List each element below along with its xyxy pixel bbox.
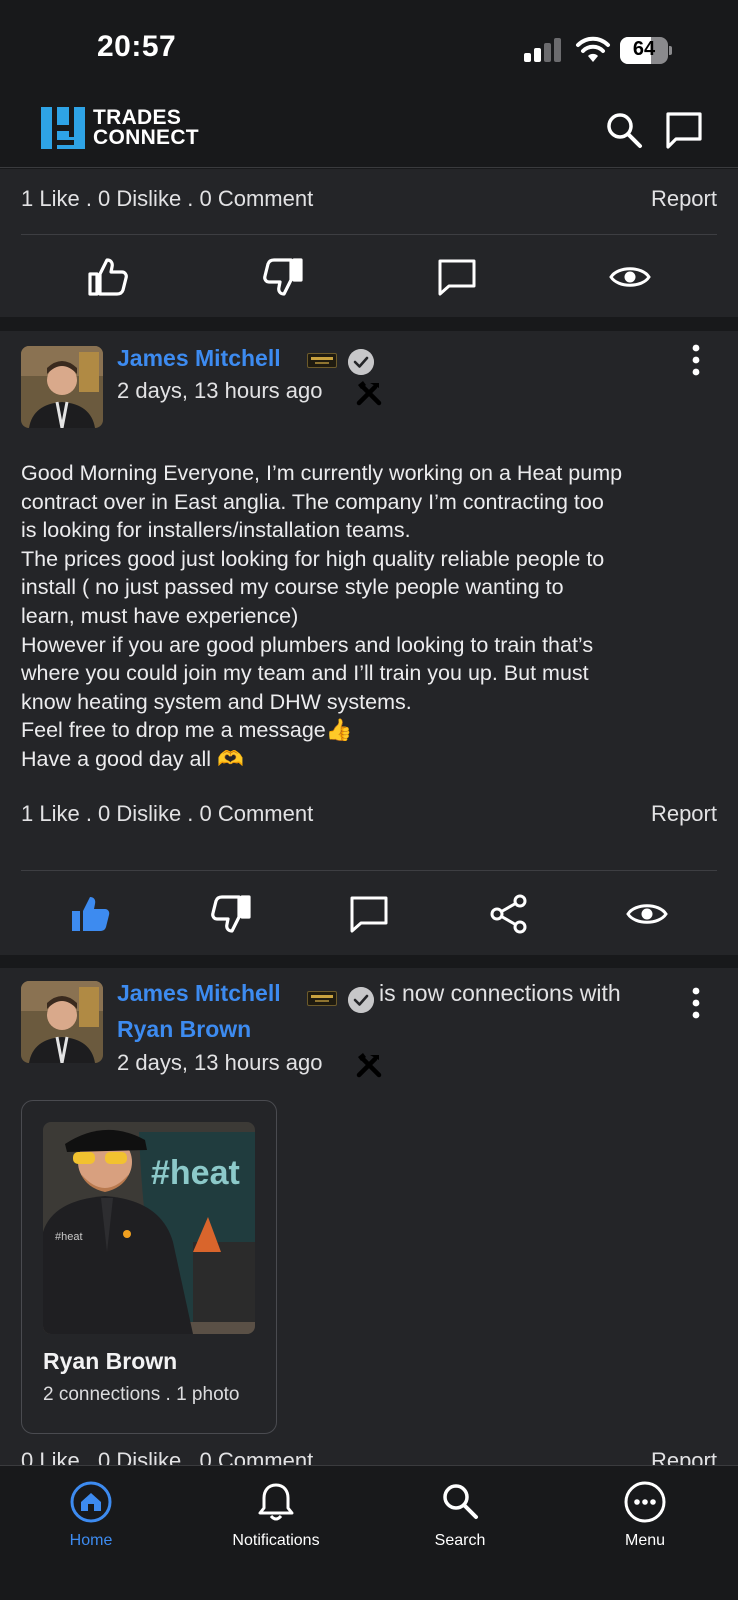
tools-icon [356, 381, 382, 406]
tab-home[interactable]: Home [11, 1466, 171, 1566]
post-body-line: know heating system and DHW systems. [21, 689, 412, 714]
author-name[interactable]: James Mitchell [117, 345, 281, 372]
connection-card-name: Ryan Brown [43, 1348, 178, 1374]
tools-icon [356, 1053, 382, 1078]
views-icon[interactable] [625, 892, 669, 936]
tab-label: Search [434, 1532, 486, 1549]
search-icon [443, 1484, 478, 1519]
post-body-line: Good Morning Everyone, I’m currently wor… [21, 461, 623, 485]
like-icon[interactable] [86, 255, 130, 299]
post-body-line: However if you are good plumbers and loo… [21, 632, 594, 657]
connection-profile-card[interactable]: #heat #heat Ryan Brown 2 connections . 1… [21, 1100, 277, 1434]
author-name[interactable]: James Mitchell [117, 980, 281, 1007]
divider [21, 234, 717, 235]
post-body-line: contract over in East anglia. The compan… [21, 489, 604, 514]
post-timestamp: 2 days, 13 hours ago [117, 378, 323, 403]
post-stats: 0 Like . 0 Dislike . 0 Comment [21, 1448, 314, 1465]
post-body-line: is looking for installers/installation t… [21, 518, 411, 543]
van-heat-text: #heat [151, 1154, 240, 1192]
share-icon[interactable] [487, 892, 531, 936]
post-body-line: Have a good day all 🫶 [21, 746, 244, 771]
comment-icon[interactable] [435, 255, 479, 299]
dislike-icon[interactable] [261, 255, 305, 299]
search-icon[interactable] [604, 110, 644, 150]
menu-icon [624, 1481, 666, 1523]
jumper-heat-text: #heat [55, 1231, 83, 1243]
profile-photo: #heat #heat [43, 1122, 255, 1334]
connected-user-name[interactable]: Ryan Brown [117, 1016, 251, 1043]
connection-text: is now connections with [379, 980, 621, 1006]
founder-badge-icon [307, 353, 337, 368]
avatar-photo [21, 346, 103, 428]
tab-notifications[interactable]: Notifications [196, 1466, 356, 1566]
like-icon[interactable] [69, 892, 113, 936]
bell-icon [258, 1483, 294, 1521]
post-card: James Mitchell 2 days, 13 hours ago Good… [0, 331, 738, 955]
messages-icon[interactable] [664, 110, 704, 150]
tab-label: Home [69, 1532, 113, 1549]
tab-menu[interactable]: Menu [565, 1466, 725, 1566]
tab-search[interactable]: Search [380, 1466, 540, 1566]
report-link[interactable]: Report [651, 1448, 717, 1465]
tab-label: Menu [624, 1532, 666, 1549]
post-body-line: Feel free to drop me a message👍 [21, 718, 353, 743]
dislike-icon[interactable] [209, 892, 253, 936]
post-stats: 1 Like . 0 Dislike . 0 Comment [21, 801, 314, 826]
report-link[interactable]: Report [651, 801, 717, 827]
post-body: Good Morning Everyone, I’m currently wor… [21, 459, 721, 774]
trades-connect-logo[interactable]: TRADES CONNECT [41, 106, 199, 150]
post-stats-partial: 0 Like . 0 Dislike . 0 Comment Report [0, 1440, 738, 1465]
tab-label: Notifications [232, 1532, 320, 1549]
post-stats: 1 Like . 0 Dislike . 0 Comment [21, 186, 314, 211]
battery-level: 64 [632, 38, 656, 60]
author-avatar[interactable] [21, 346, 103, 428]
avatar-photo [21, 981, 103, 1063]
connection-profile-photo: #heat #heat [43, 1122, 255, 1334]
verified-icon [348, 349, 374, 375]
post-body-line: install ( no just passed my course style… [21, 575, 564, 600]
post-timestamp: 2 days, 13 hours ago [117, 1050, 323, 1075]
more-options-icon[interactable] [686, 343, 706, 377]
comment-icon[interactable] [347, 892, 391, 936]
post-body-line: learn, must have experience) [21, 603, 299, 628]
author-avatar[interactable] [21, 981, 103, 1063]
verified-icon [348, 987, 374, 1013]
founder-badge-icon [307, 991, 337, 1006]
post-body-line: where you could join my team and I’ll tr… [21, 661, 589, 686]
status-time: 20:57 [97, 30, 177, 63]
home-icon [70, 1481, 112, 1523]
connection-card-meta: 2 connections . 1 photo [43, 1384, 240, 1405]
logo-line1: TRADES [93, 106, 182, 129]
signal-icon [524, 38, 564, 62]
more-options-icon[interactable] [686, 986, 706, 1020]
wifi-icon [576, 36, 610, 62]
logo-line2: CONNECT [93, 126, 199, 149]
divider [21, 870, 717, 871]
post-body-line: The prices good just looking for high qu… [21, 546, 605, 571]
post-card-previous: 1 Like . 0 Dislike . 0 Comment Report [0, 169, 738, 317]
battery-icon: 64 [620, 37, 672, 64]
status-bar: 20:57 64 [0, 0, 738, 96]
bottom-tab-bar: Home Notifications Search Menu [0, 1465, 738, 1600]
views-icon[interactable] [608, 255, 652, 299]
logo-mark-icon [41, 107, 85, 149]
app-header: TRADES CONNECT [0, 96, 738, 168]
report-link[interactable]: Report [651, 186, 717, 212]
